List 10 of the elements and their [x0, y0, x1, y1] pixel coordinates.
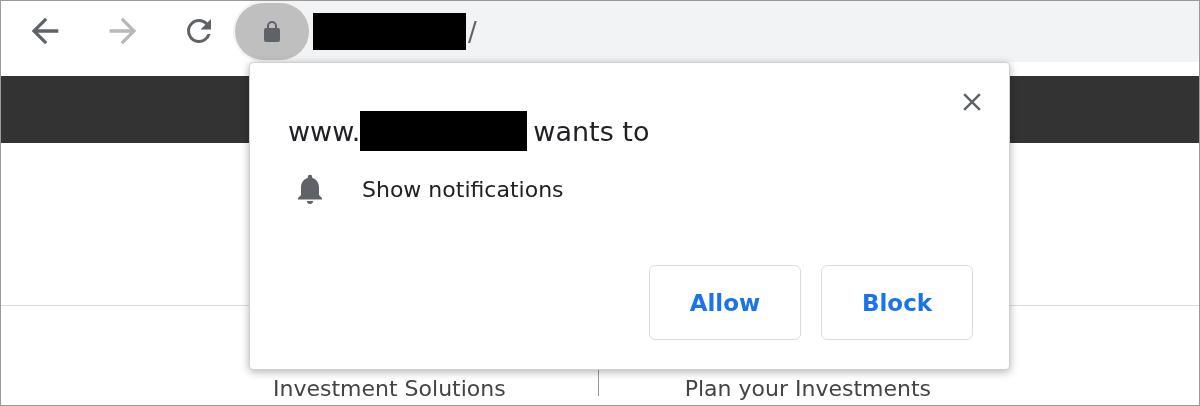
- address-bar[interactable]: /: [233, 1, 1199, 62]
- address-text: /: [468, 16, 477, 47]
- popup-title-text: wants to: [533, 115, 650, 147]
- dialog-button[interactable]: Allow: [649, 265, 801, 340]
- permission-label: Show notifications: [362, 176, 564, 202]
- dialog-button[interactable]: Block: [821, 265, 973, 340]
- nav-link[interactable]: Investment Solutions: [273, 376, 506, 404]
- popup-title-text: www.: [288, 115, 361, 147]
- nav-link[interactable]: Plan your Investments: [684, 376, 932, 404]
- site-info-button[interactable]: [235, 3, 309, 60]
